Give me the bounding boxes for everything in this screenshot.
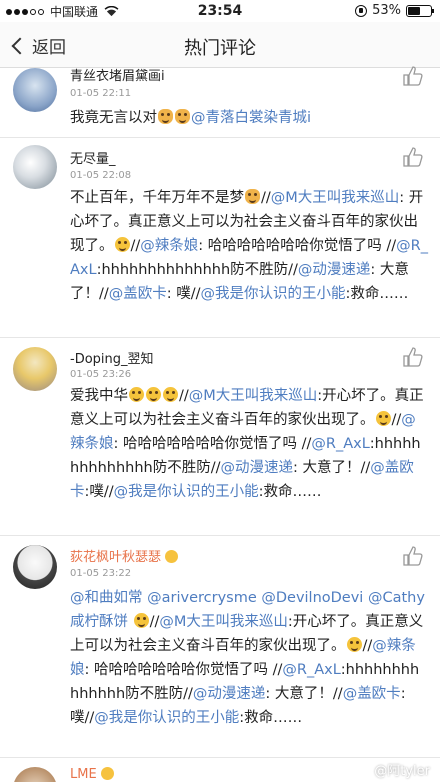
laugh-emoji-icon — [129, 387, 144, 402]
avatar[interactable] — [13, 347, 57, 391]
battery-icon — [406, 4, 434, 17]
comment-text: 我竟无言以对 @青落白裳染青城i — [70, 106, 428, 130]
navigation-bar: 返回 热门评论 — [0, 22, 440, 68]
avatar[interactable] — [13, 145, 57, 189]
comment-text-fragment: // — [130, 238, 141, 254]
comment-text-fragment: :救命…… — [239, 710, 303, 726]
comment-text: 爱我中华//@M大王叫我来巡山:开心坏了。真正意义上可以为社会主义奋斗百年的家伙… — [70, 384, 428, 504]
comment-username-text: 荻花枫叶秋瑟瑟 — [70, 550, 162, 565]
comment-text-fragment: 爱我中华 — [70, 388, 128, 404]
mention-link[interactable]: @M大王叫我来巡山 — [271, 190, 400, 206]
comment-time: 01-05 23:26 — [70, 369, 132, 380]
laugh-emoji-icon — [146, 387, 161, 402]
comment-text-fragment: // — [179, 388, 189, 404]
mention-link[interactable]: @动漫速递 — [220, 460, 293, 476]
comment-time: 01-05 22:08 — [70, 170, 132, 181]
mention-link[interactable]: @和曲如常 — [70, 590, 143, 606]
laugh-emoji-icon — [163, 387, 178, 402]
mention-link[interactable]: @动漫速递 — [193, 686, 266, 702]
rotation-lock-icon — [355, 4, 368, 17]
dog-face-emoji-icon — [158, 109, 173, 124]
comment-username[interactable]: 荻花枫叶秋瑟瑟 — [70, 546, 179, 565]
battery-fill — [408, 6, 420, 15]
mention-link[interactable]: @R_AxL — [282, 662, 340, 678]
mention-link[interactable]: @M大王叫我来巡山 — [159, 614, 288, 630]
laugh-emoji-icon — [346, 637, 362, 652]
comment-text-fragment: // — [391, 412, 402, 428]
comment-username[interactable]: LME — [70, 767, 114, 782]
comment-text-fragment: : 哈哈哈哈哈哈哈你觉悟了吗 // — [84, 662, 283, 678]
comment-username[interactable]: 青丝衣堵眉黛画i — [70, 65, 165, 84]
mention-link[interactable]: @青落白裳染青城i — [191, 110, 311, 126]
dog-face-emoji-icon — [175, 109, 190, 124]
comment-text-fragment: :救命…… — [258, 484, 322, 500]
page-title: 热门评论 — [184, 38, 256, 59]
comment-text-fragment: : 噗// — [166, 286, 201, 302]
comment-item: 青丝衣堵眉黛画i 01-05 22:11 我竟无言以对 @青落白裳染青城i — [0, 66, 440, 138]
comment-time: 01-05 23:22 — [70, 568, 132, 579]
avatar[interactable] — [13, 545, 57, 589]
mention-link[interactable]: @我是你认识的王小能 — [94, 710, 239, 726]
comment-username[interactable]: -Doping_翌知 — [70, 348, 154, 367]
comment-text-fragment: 我竟无言以对 — [70, 110, 157, 126]
avatar[interactable] — [13, 68, 57, 112]
battery-percent: 53% — [372, 3, 401, 18]
comment-text-fragment: : 大意了！// — [292, 460, 371, 476]
comment-text-fragment: // — [362, 638, 373, 654]
avatar[interactable] — [13, 767, 57, 782]
comment-item: -Doping_翌知 01-05 23:26 爱我中华//@M大王叫我来巡山:开… — [0, 338, 440, 536]
comment-text-fragment: : 哈哈哈哈哈哈哈你觉悟了吗 // — [198, 238, 397, 254]
laugh-emoji-icon — [375, 411, 391, 426]
comment-text-fragment: :噗// — [84, 484, 114, 500]
mention-link[interactable]: @盖欧卡 — [109, 286, 167, 302]
comment-username[interactable]: 无尽量_ — [70, 148, 116, 167]
comment-text-fragment: 不止百年，千年万年不是梦 — [70, 190, 244, 206]
mention-link[interactable]: @DevilnoDevi — [261, 590, 363, 606]
thumbs-up-icon[interactable] — [402, 347, 424, 367]
comment-time: 01-05 22:11 — [70, 88, 132, 99]
comment-text-fragment: : 哈哈哈哈哈哈哈你觉悟了吗 // — [113, 436, 312, 452]
comment-item: 荻花枫叶秋瑟瑟 01-05 23:22 @和曲如常 @arivercrysme … — [0, 536, 440, 758]
thumbs-up-icon[interactable] — [402, 546, 424, 566]
member-badge-icon — [165, 550, 179, 563]
comment-text: 不止百年，千年万年不是梦//@M大王叫我来巡山: 开心坏了。真正意义上可以为社会… — [70, 186, 428, 306]
mention-link[interactable]: @arivercrysme — [147, 590, 257, 606]
dog-face-emoji-icon — [245, 189, 260, 204]
comment-text-fragment: :hhhhhhhhhhhhhh防不胜防// — [96, 262, 298, 278]
mention-link[interactable]: @我是你认识的王小能 — [201, 286, 346, 302]
mention-link[interactable]: @M大王叫我来巡山 — [189, 388, 318, 404]
member-badge-icon — [100, 767, 114, 780]
comment-item: 无尽量_ 01-05 22:08 不止百年，千年万年不是梦//@M大王叫我来巡山… — [0, 138, 440, 338]
comment-text-fragment: // — [261, 190, 271, 206]
laugh-emoji-icon — [114, 237, 130, 252]
status-bar: 中国联通 23:54 53% — [0, 0, 440, 22]
comment-text-fragment: : 大意了！// — [265, 686, 343, 702]
comment-text-fragment — [128, 614, 133, 630]
comment-text: @和曲如常 @arivercrysme @DevilnoDevi @Cathy咸… — [70, 586, 428, 730]
mention-link[interactable]: @辣条娘 — [140, 238, 198, 254]
status-right: 53% — [355, 3, 434, 18]
mention-link[interactable]: @盖欧卡 — [343, 686, 401, 702]
thumbs-up-icon[interactable] — [402, 66, 424, 86]
comment-text-fragment: // — [149, 614, 160, 630]
mention-link[interactable]: @我是你认识的王小能 — [114, 484, 259, 500]
mention-link[interactable]: @R_AxL — [311, 436, 369, 452]
laugh-emoji-icon — [133, 613, 149, 628]
comment-username-text: LME — [70, 767, 97, 782]
comment-text-fragment: :救命…… — [345, 286, 409, 302]
thumbs-up-icon[interactable] — [402, 147, 424, 167]
mention-link[interactable]: @动漫速递 — [298, 262, 371, 278]
watermark: @阿tyler — [374, 764, 430, 779]
